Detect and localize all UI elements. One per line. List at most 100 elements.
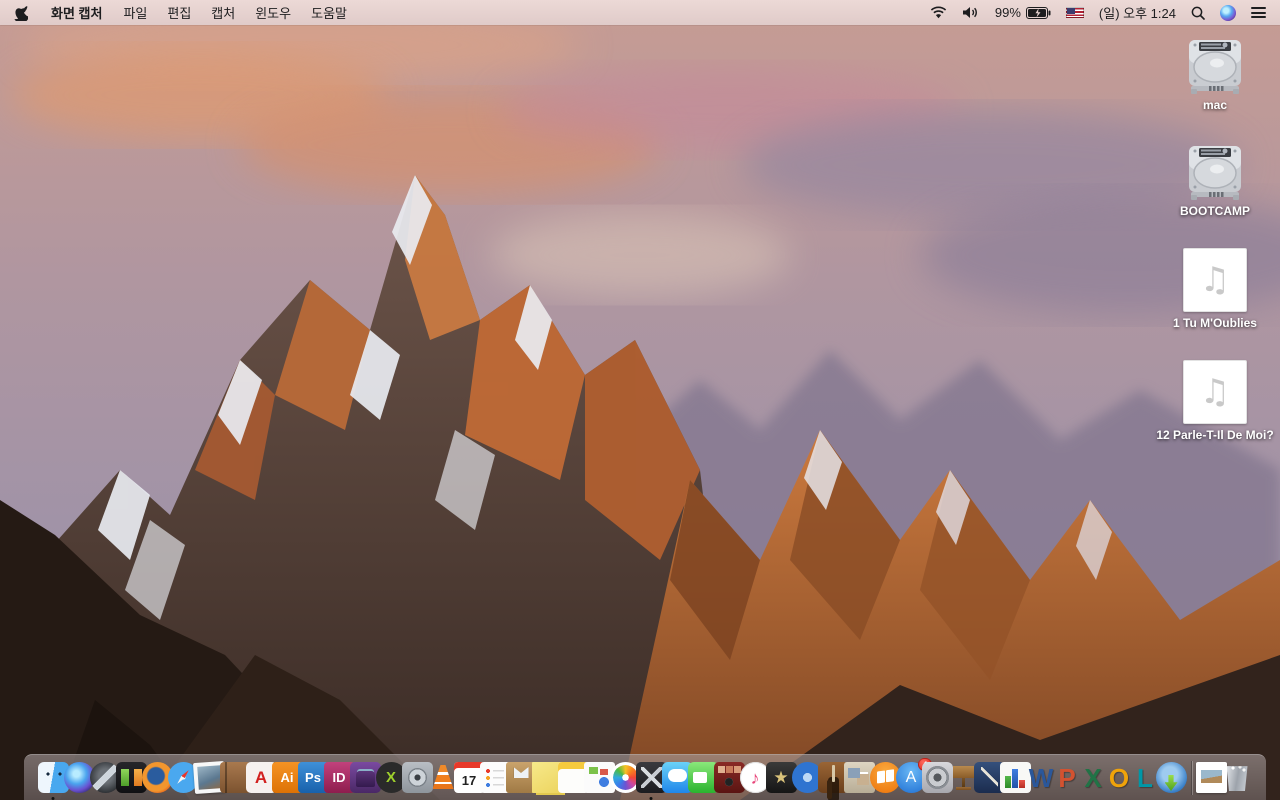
dock-item-ibooks[interactable] [869,755,901,800]
spotlight-icon[interactable] [1191,6,1205,20]
menu-label: 화면 캡처 [51,6,103,21]
dock-item-excel[interactable]: X [1080,755,1106,800]
siri-icon[interactable] [1220,4,1236,21]
notification-center-icon[interactable] [1251,7,1266,18]
dock-item-dvd-player[interactable] [791,755,823,800]
menu-label: 편집 [167,6,192,21]
acrobat-reader-glyph: A [254,768,268,787]
word-glyph: W [1028,762,1054,793]
music-note-glyph: ♫ [1199,260,1231,300]
dock-item-pages[interactable] [973,755,1005,800]
app-store-glyph: A [905,768,917,786]
dock-item-vlc[interactable] [430,755,456,800]
dock-item-divx[interactable]: X [375,755,407,800]
photoshop-glyph: Ps [305,770,321,785]
menu-캡처[interactable]: 캡처 [201,0,245,25]
dock-item-photo-booth[interactable] [713,755,745,800]
menu-편집[interactable]: 편집 [157,0,201,25]
battery-status[interactable]: 99% [995,5,1051,20]
dock-item-itunes[interactable]: ♪ [739,755,771,800]
dock-item-app-store[interactable]: A4 [895,755,932,800]
desktop-icon-label: mac [1202,98,1228,112]
hard-drive-icon [1189,40,1241,94]
dock-item-garageband[interactable] [817,755,849,800]
desktop-icon-mac[interactable]: mac [1152,36,1278,112]
input-source-flag-icon[interactable] [1065,7,1084,18]
dock-item-imovie[interactable]: ★ [765,755,797,800]
itunes-glyph: ♪ [750,767,760,788]
dock-item-powerpoint[interactable]: P [1054,755,1080,800]
running-indicator-dot [649,796,653,800]
desktop-icon-label: 12 Parle-T-Il De Moi? [1156,428,1274,442]
dock-item-document-file[interactable] [1195,755,1227,800]
lync-glyph: L [1137,762,1153,793]
dock-item-stickies[interactable] [531,755,563,800]
menu-윈도우[interactable]: 윈도우 [245,0,301,25]
menu-bar: 화면 캡처 파일 편집 캡처 윈도우 도움말 99% (일) 오후 1:24 [0,0,1280,25]
dock-item-ms-autoupdate[interactable] [1155,755,1187,800]
dock-item-numbers[interactable] [999,755,1031,800]
battery-percent: 99% [994,5,1021,20]
dock-item-indesign[interactable]: ID [323,755,355,800]
dock-item-lync[interactable]: L [1132,755,1158,800]
dock-item-toast[interactable] [349,755,381,800]
desktop-icon-tu-m-oublies[interactable]: ♫ 1 Tu M'Oublies [1152,248,1278,330]
audio-file-icon: ♫ [1183,360,1247,424]
dock-item-contacts[interactable] [219,755,251,800]
dock-item-siri[interactable] [63,755,95,800]
music-note-glyph: ♫ [1199,372,1231,412]
dock-item-finder[interactable] [37,755,69,800]
dock-item-reminders[interactable] [479,755,511,800]
desktop-icon-label: BOOTCAMP [1180,204,1250,218]
dock-item-notes[interactable] [557,755,589,800]
dock-item-calendar[interactable]: 17 [453,755,485,800]
battery-icon [1025,6,1051,19]
dock-item-documents-app[interactable] [583,755,615,800]
app-menus: 화면 캡처 파일 편집 캡처 윈도우 도움말 [40,0,357,25]
wifi-icon[interactable] [930,6,947,19]
dock-item-photos[interactable] [609,755,641,800]
desktop-icon-column: mac BOOTCAMP ♫ 1 Tu M'Oublies ♫ 12 Parle… [1152,36,1278,442]
dock-item-launchpad[interactable] [89,755,121,800]
calendar-glyph: 17 [461,773,477,788]
illustrator-glyph: Ai [280,770,294,785]
desktop-icon-parle-t-il-de-moi[interactable]: ♫ 12 Parle-T-Il De Moi? [1152,360,1278,442]
dock-item-trash[interactable] [1224,755,1250,800]
desktop-icon-label: 1 Tu M'Oublies [1173,316,1257,330]
menu-파일[interactable]: 파일 [113,0,157,25]
dock-item-collage-app[interactable] [843,755,875,800]
dock-item-illustrator[interactable]: Ai [271,755,303,800]
menu-도움말[interactable]: 도움말 [301,0,357,25]
apple-menu[interactable] [0,0,40,25]
menu-label: 파일 [123,6,148,21]
dock-item-photoshop[interactable]: Ps [297,755,329,800]
menu-bar-clock[interactable]: (일) 오후 1:24 [1099,3,1176,22]
dock-item-outlook[interactable]: O [1106,755,1132,800]
volume-icon[interactable] [962,6,980,19]
dock-item-firefox[interactable] [141,755,173,800]
dock-item-system-preferences[interactable] [921,755,953,800]
desktop-icon-bootcamp[interactable]: BOOTCAMP [1152,142,1278,218]
dock-item-keynote[interactable] [950,755,976,800]
dock-item-messages[interactable] [661,755,693,800]
dock-item-facetime[interactable] [687,755,719,800]
dock-item-disk-utility[interactable] [401,755,433,800]
running-indicator-dot [51,796,55,800]
dock-item-unarchiver[interactable] [505,755,537,800]
dock-item-word[interactable]: W [1028,755,1054,800]
dock-item-device-transfer[interactable] [115,755,147,800]
menu-화면 캡처[interactable]: 화면 캡처 [40,0,113,25]
menu-label: 캡처 [211,6,236,21]
excel-glyph: X [1084,762,1102,793]
apple-logo-icon [14,5,28,21]
dock-item-acrobat-reader[interactable]: A [245,755,277,800]
imovie-glyph: ★ [773,768,789,787]
dock-item-preview[interactable] [192,755,226,800]
ms-autoupdate-icon [1155,762,1187,793]
trash-icon [1222,762,1253,793]
dock-item-screen-capture[interactable] [635,755,667,800]
dock: A Ai Ps ID X 17 ♪ ★ A W P X O L [24,754,1266,800]
menu-label: 도움말 [311,6,347,21]
dock-item-safari[interactable] [167,755,199,800]
indesign-glyph: ID [332,770,346,785]
